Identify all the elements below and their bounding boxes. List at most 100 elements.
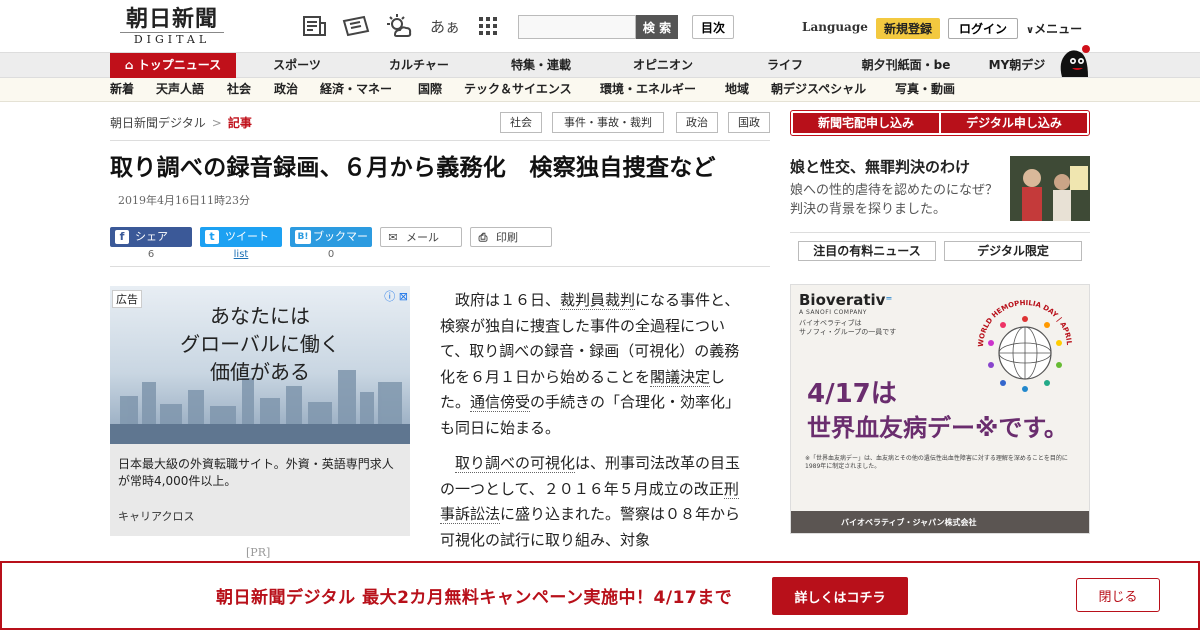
newspaper-subscribe-button[interactable]: 新聞宅配申し込み <box>793 113 939 133</box>
printer-icon: ⎙ <box>478 231 488 244</box>
tag-incident-trial[interactable]: 事件・事故・裁判 <box>552 112 664 133</box>
search-input[interactable] <box>518 15 636 39</box>
nav-opinion[interactable]: オピニオン <box>620 53 706 78</box>
search-button[interactable]: 検 索 <box>636 15 678 39</box>
subscription-box: 新聞宅配申し込み デジタル申し込み <box>790 110 1090 136</box>
nav-top-news[interactable]: ⌂ トップニュース <box>110 53 236 78</box>
keyword-link[interactable]: 裁判員裁判 <box>560 291 636 310</box>
article-date: 2019年4月16日11時23分 <box>118 194 250 207</box>
ad-brand-note: バイオベラティブは サノフィ・グループの一員です <box>799 319 897 336</box>
facebook-share-count: 6 <box>147 249 155 260</box>
print-button[interactable]: ⎙ 印刷 <box>470 227 552 247</box>
ad-footer: バイオベラティブ・ジャパン株式会社 https://www.bioverativ… <box>791 511 1089 533</box>
advertisement-left[interactable]: あなたには グローバルに働く 価値がある 広告 ⓘ ⊠ 日本最大級の外資転職サイ… <box>110 286 410 536</box>
campaign-banner: 朝日新聞デジタル 最大2カ月無料キャンペーン実施中！4/17まで 詳しくはコチラ… <box>0 561 1200 630</box>
advertisement-right[interactable]: Bioverativ⁼ A SANOFI COMPANY バイオベラティブは サ… <box>790 284 1090 534</box>
hatena-bookmark-count: 0 <box>327 249 335 260</box>
nav2-society[interactable]: 社会 <box>227 78 251 101</box>
menu-label: メニュー <box>1034 22 1083 36</box>
pr-label: [PR] <box>246 546 271 559</box>
breadcrumb: 朝日新聞デジタル > 記事 <box>110 114 252 131</box>
nav-features[interactable]: 特集・連載 <box>498 53 584 78</box>
toc-button[interactable]: 目次 <box>692 15 734 39</box>
tag-society[interactable]: 社会 <box>500 112 542 133</box>
hatena-bookmark-button[interactable]: B! ブックマーク <box>290 227 372 263</box>
article-body: 政府は１６日、裁判員裁判になる事件と、検察が独自に捜査した事件の全過程について、… <box>440 288 752 563</box>
nav2-photo-video[interactable]: 写真・動画 <box>895 78 955 101</box>
keyword-link[interactable]: 取り調べの可視化 <box>455 454 576 473</box>
site-logo[interactable]: 朝日新聞 DIGITAL <box>112 6 232 48</box>
featured-article-image[interactable] <box>1010 156 1090 221</box>
divider <box>110 140 770 141</box>
tag-national-politics[interactable]: 国政 <box>728 112 770 133</box>
adchoices-icon[interactable]: ⓘ <box>384 290 395 303</box>
digital-subscribe-button[interactable]: デジタル申し込み <box>941 113 1087 133</box>
tab-digital-exclusive[interactable]: デジタル限定 <box>944 241 1082 261</box>
nav2-economy[interactable]: 経済・マネー <box>320 78 392 101</box>
twitter-icon: t <box>205 230 219 244</box>
register-button[interactable]: 新規登録 <box>876 18 940 39</box>
ad-main-text: 4/17は 世界血友病デー※です。 <box>807 379 1068 442</box>
mail-button[interactable]: ✉ メール <box>380 227 462 247</box>
keyword-link[interactable]: 閣議決定 <box>650 367 711 387</box>
chevron-down-icon: ∨ <box>1026 25 1035 36</box>
nav-life[interactable]: ライフ <box>742 53 828 78</box>
tag-politics[interactable]: 政治 <box>676 112 718 133</box>
login-button[interactable]: ログイン <box>948 18 1018 39</box>
nav2-politics[interactable]: 政治 <box>274 78 298 101</box>
mascot-icon[interactable] <box>1056 44 1092 78</box>
ad-brand: キャリアクロス <box>118 510 195 523</box>
primary-nav: ⌂ トップニュース スポーツ カルチャー 特集・連載 オピニオン ライフ 朝夕刊… <box>0 52 1200 78</box>
newspaper-icon[interactable] <box>300 12 328 40</box>
article-headline: 取り調べの録音録画、６月から義務化 検察独自捜査など <box>110 155 716 181</box>
facebook-share-button[interactable]: f シェア <box>110 227 192 247</box>
nav2-environment[interactable]: 環境・エネルギー <box>600 78 696 101</box>
nav2-tech-science[interactable]: テック＆サイエンス <box>464 78 572 101</box>
mail-icon: ✉ <box>388 231 398 244</box>
logo-sub-text: DIGITAL <box>120 32 224 46</box>
weather-icon[interactable] <box>385 12 413 40</box>
ad-description: 日本最大級の外資転職サイト。外資・英語専門求人が常時4,000件以上。 <box>118 457 394 488</box>
keyword-link[interactable]: 通信傍受 <box>470 393 531 412</box>
nav2-tenseijingo[interactable]: 天声人語 <box>156 78 204 101</box>
nav2-special[interactable]: 朝デジスペシャル <box>771 78 866 101</box>
campaign-text: 朝日新聞デジタル 最大2カ月無料キャンペーン実施中！4/17まで <box>216 588 733 608</box>
article-paragraph: 取り調べの可視化は、刑事司法改革の目玉の一つとして、２０１６年５月成立の改正刑事… <box>440 454 741 549</box>
language-link[interactable]: Language <box>802 20 868 34</box>
divider <box>790 232 1090 233</box>
campaign-details-button[interactable]: 詳しくはコチラ <box>772 577 908 615</box>
ad-headline: あなたには グローバルに働く 価値がある <box>180 304 340 384</box>
banner-close-button[interactable]: 閉じる <box>1076 578 1160 612</box>
twitter-list-link[interactable]: list <box>200 249 282 260</box>
divider <box>110 266 770 267</box>
ad-image: あなたには グローバルに働く 価値がある 広告 ⓘ ⊠ <box>110 286 410 444</box>
breadcrumb-home[interactable]: 朝日新聞デジタル <box>110 116 206 130</box>
ad-close-icon[interactable]: ⓘ ⊠ <box>380 288 408 303</box>
featured-article-title[interactable]: 娘と性交、無罪判決のわけ <box>790 156 970 177</box>
grid-menu-icon[interactable] <box>474 12 502 40</box>
breadcrumb-separator: > <box>211 116 222 130</box>
site-header: 朝日新聞 DIGITAL あぁ 検 索 目次 Language 新規登録 ログイ… <box>0 0 1200 52</box>
ad-brand-sub: A SANOFI COMPANY <box>799 309 867 316</box>
nav-my-asadigi[interactable]: MY朝デジ <box>980 53 1054 78</box>
nav2-region[interactable]: 地域 <box>725 78 749 101</box>
nav-sports[interactable]: スポーツ <box>254 53 340 78</box>
ad-body: 日本最大級の外資転職サイト。外資・英語専門求人が常時4,000件以上。 キャリア… <box>110 444 410 536</box>
nav-newspaper[interactable]: 朝夕刊紙面・be <box>856 53 956 78</box>
ticket-icon[interactable] <box>342 12 370 40</box>
logo-main-text: 朝日新聞 <box>125 6 218 32</box>
home-icon: ⌂ <box>124 58 134 72</box>
twitter-tweet-button[interactable]: t ツイート <box>200 227 282 247</box>
nav2-latest[interactable]: 新着 <box>110 78 134 101</box>
nav2-international[interactable]: 国際 <box>418 78 442 101</box>
nav-culture[interactable]: カルチャー <box>376 53 462 78</box>
ad-label: 広告 <box>112 290 142 308</box>
hatena-icon: B! <box>295 230 311 244</box>
breadcrumb-current: 記事 <box>227 116 252 130</box>
tab-premium-news[interactable]: 注目の有料ニュース <box>798 241 936 261</box>
article-paragraph: 政府は１６日、裁判員裁判になる事件と、検察が独自に捜査した事件の全過程について、… <box>440 291 741 437</box>
facebook-icon: f <box>115 230 129 244</box>
hiragana-icon[interactable]: あぁ <box>430 12 460 40</box>
secondary-nav: 新着 天声人語 社会 政治 経済・マネー 国際 テック＆サイエンス 環境・エネル… <box>0 78 1200 102</box>
menu-button[interactable]: ∨メニュー <box>1026 20 1082 37</box>
